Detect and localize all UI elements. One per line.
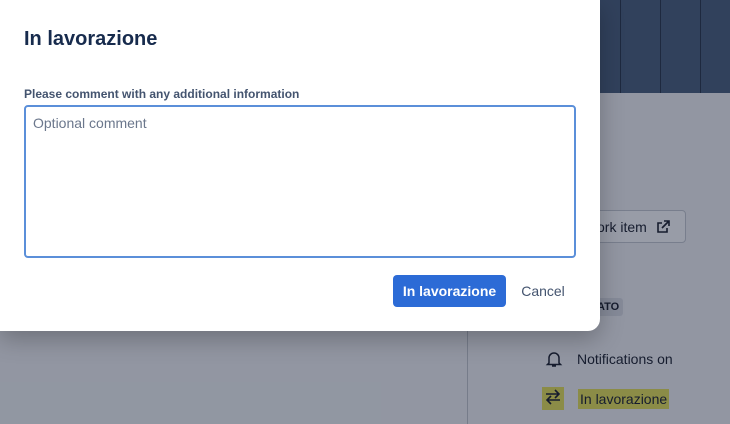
cancel-button[interactable]: Cancel: [512, 275, 574, 307]
dialog-title: In lavorazione: [24, 28, 158, 50]
transition-dialog: In lavorazione Please comment with any a…: [0, 0, 600, 331]
confirm-transition-button[interactable]: In lavorazione: [393, 275, 506, 307]
comment-textarea[interactable]: [24, 105, 576, 258]
comment-field-label: Please comment with any additional infor…: [24, 87, 300, 101]
